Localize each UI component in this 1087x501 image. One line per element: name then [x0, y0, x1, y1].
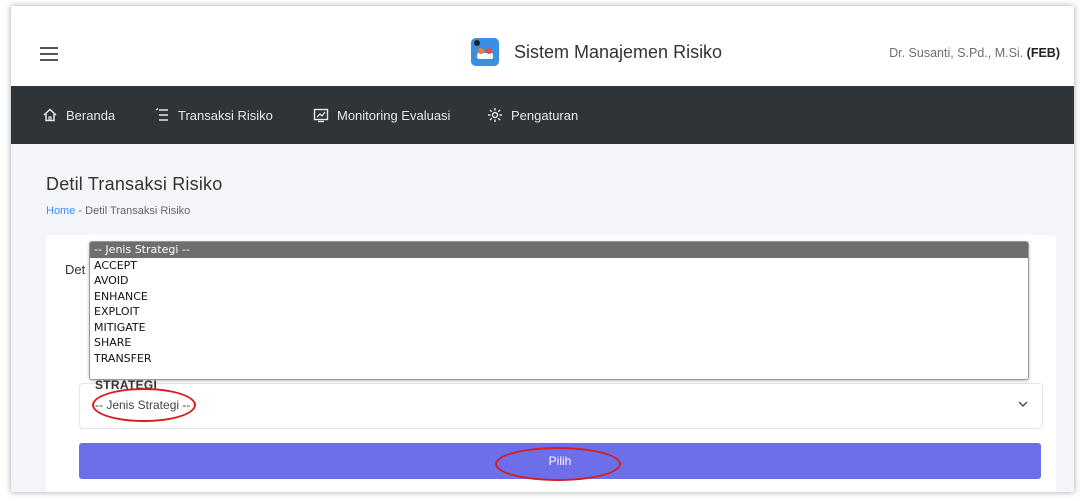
chart-icon [313, 108, 329, 123]
strategy-select[interactable] [79, 383, 1043, 429]
chevron-down-icon[interactable] [1017, 399, 1029, 409]
user-unit: (FEB) [1026, 46, 1060, 60]
app-window: Sistem Manajemen Risiko Dr. Susanti, S.P… [11, 6, 1074, 492]
dropdown-option[interactable]: ENHANCE [90, 289, 1028, 305]
nav-label: Monitoring Evaluasi [337, 107, 451, 123]
strategy-dropdown-list[interactable]: -- Jenis Strategi -- ACCEPT AVOID ENHANC… [89, 241, 1029, 380]
breadcrumb: Home - Detil Transaksi Risiko [46, 205, 190, 217]
app-title: Sistem Manajemen Risiko [514, 42, 723, 62]
user-name: Dr. Susanti, S.Pd., M.Si. [889, 46, 1024, 60]
main-nav: Beranda Transaksi Risiko Monitoring Eval… [11, 86, 1074, 144]
nav-label: Beranda [66, 107, 116, 123]
dropdown-option[interactable]: AVOID [90, 273, 1028, 289]
annotation-circle-select [92, 388, 196, 422]
breadcrumb-current: Detil Transaksi Risiko [85, 205, 191, 217]
page-title: Detil Transaksi Risiko [46, 174, 223, 194]
card-title: Det [65, 262, 86, 277]
hamburger-menu-icon[interactable] [40, 47, 60, 61]
breadcrumb-home-link[interactable]: Home [46, 205, 75, 217]
dropdown-option[interactable]: TRANSFER [90, 351, 1028, 367]
nav-item-pengaturan[interactable]: Pengaturan [487, 86, 578, 144]
gear-icon [488, 108, 502, 122]
nav-item-monitoring-evaluasi[interactable]: Monitoring Evaluasi [313, 86, 450, 144]
dropdown-option[interactable]: SHARE [90, 335, 1028, 351]
home-icon [43, 108, 57, 122]
dropdown-option[interactable]: EXPLOIT [90, 304, 1028, 320]
user-menu[interactable]: Dr. Susanti, S.Pd., M.Si. (FEB) [889, 46, 1060, 60]
dropdown-option[interactable]: ACCEPT [90, 258, 1028, 274]
nav-label: Transaksi Risiko [178, 107, 273, 123]
nav-item-beranda[interactable]: Beranda [42, 86, 115, 144]
nav-item-transaksi-risiko[interactable]: Transaksi Risiko [154, 86, 273, 144]
list-icon [155, 107, 168, 121]
annotation-circle-button [495, 447, 621, 481]
dropdown-option[interactable]: -- Jenis Strategi -- [90, 242, 1028, 258]
breadcrumb-separator: - [78, 205, 83, 217]
dropdown-option[interactable]: MITIGATE [90, 320, 1028, 336]
nav-label: Pengaturan [511, 107, 579, 123]
app-logo [471, 38, 499, 66]
